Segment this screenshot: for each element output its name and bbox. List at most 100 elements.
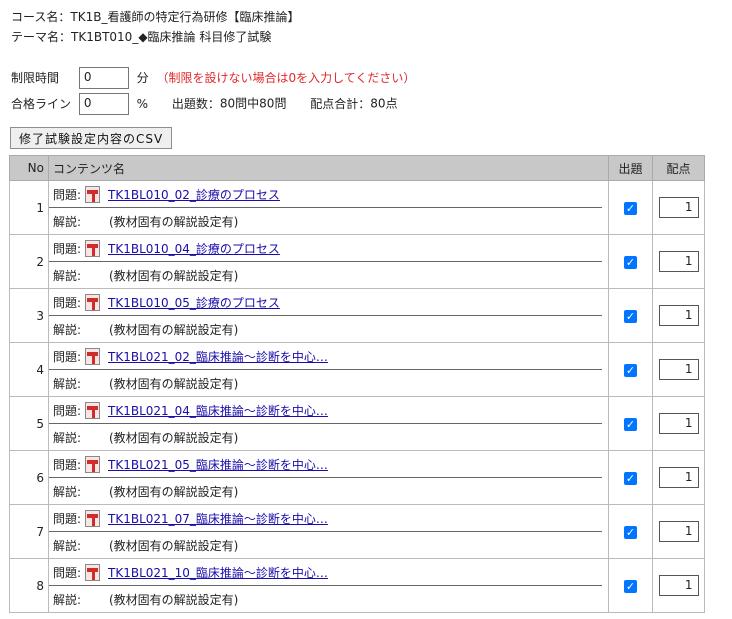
include-checkbox[interactable]: ✓	[624, 525, 637, 539]
question-line: 問題: TK1BL010_04_診療のプロセス	[49, 235, 602, 262]
document-icon	[85, 347, 100, 365]
time-limit-unit: 分	[136, 70, 149, 85]
points-input[interactable]: 1	[658, 197, 699, 218]
document-icon	[85, 563, 100, 581]
question-line: 問題: TK1BL021_10_臨床推論～診断を中心…	[49, 559, 602, 586]
explanation-line: 解説: (教材固有の解説設定有)	[49, 316, 608, 342]
include-checkbox[interactable]: ✓	[624, 471, 637, 485]
explanation-value: (教材固有の解説設定有)	[109, 214, 239, 229]
course-label: コース名：	[11, 10, 71, 24]
document-icon	[85, 239, 100, 257]
include-checkbox[interactable]: ✓	[624, 363, 637, 377]
include-checkbox[interactable]: ✓	[624, 255, 637, 269]
explanation-line: 解説: (教材固有の解説設定有)	[49, 208, 608, 234]
course-value: TK1B_看護師の特定行為研修【臨床推論】	[70, 10, 300, 24]
include-checkbox[interactable]: ✓	[624, 309, 637, 323]
explanation-line: 解説: (教材固有の解説設定有)	[49, 370, 608, 396]
theme-line: テーマ名：TK1BT010_◆臨床推論 科目修了試験	[11, 28, 271, 45]
table-row: 5 問題: TK1BL021_04_臨床推論～診断を中心… 解説: (教材固有の…	[9, 396, 705, 451]
question-link[interactable]: TK1BL021_05_臨床推論～診断を中心…	[108, 456, 328, 473]
total-points-value: 80点	[370, 96, 398, 111]
question-line: 問題: TK1BL010_02_診療のプロセス	[49, 181, 602, 208]
header-content: コンテンツ名	[48, 155, 609, 181]
points-cell: 1	[652, 288, 705, 343]
question-label: 問題:	[53, 295, 82, 310]
question-link[interactable]: TK1BL010_05_診療のプロセス	[108, 294, 280, 311]
question-link[interactable]: TK1BL021_04_臨床推論～診断を中心…	[108, 402, 328, 419]
points-cell: 1	[652, 342, 705, 397]
points-input[interactable]: 1	[658, 521, 699, 542]
points-input[interactable]: 1	[658, 251, 699, 272]
include-cell: ✓	[608, 450, 653, 505]
question-label: 問題:	[53, 457, 82, 472]
content-cell: 問題: TK1BL010_05_診療のプロセス 解説: (教材固有の解説設定有)	[48, 288, 609, 343]
question-label: 問題:	[53, 187, 82, 202]
include-checkbox[interactable]: ✓	[624, 201, 637, 215]
question-label: 問題:	[53, 403, 82, 418]
table-row: 3 問題: TK1BL010_05_診療のプロセス 解説: (教材固有の解説設定…	[9, 288, 705, 343]
time-limit-input[interactable]: 0	[78, 67, 129, 89]
question-count-label: 出題数：	[171, 96, 220, 111]
content-cell: 問題: TK1BL010_04_診療のプロセス 解説: (教材固有の解説設定有)	[48, 234, 609, 289]
include-cell: ✓	[608, 234, 653, 289]
include-cell: ✓	[608, 396, 653, 451]
content-cell: 問題: TK1BL021_04_臨床推論～診断を中心… 解説: (教材固有の解説…	[48, 396, 609, 451]
time-limit-note: （制限を設けない場合は0を入力してください）	[156, 70, 416, 85]
points-input[interactable]: 1	[658, 413, 699, 434]
question-label: 問題:	[53, 511, 82, 526]
course-line: コース名：TK1B_看護師の特定行為研修【臨床推論】	[11, 8, 299, 25]
include-cell: ✓	[608, 504, 653, 559]
explanation-line: 解説: (教材固有の解説設定有)	[49, 424, 608, 450]
question-link[interactable]: TK1BL021_02_臨床推論～診断を中心…	[108, 348, 328, 365]
explanation-label: 解説:	[53, 484, 82, 499]
table-row: 1 問題: TK1BL010_02_診療のプロセス 解説: (教材固有の解説設定…	[9, 180, 705, 235]
header-no: No	[9, 155, 49, 181]
explanation-label: 解説:	[53, 538, 82, 553]
question-label: 問題:	[53, 241, 82, 256]
theme-label: テーマ名：	[11, 30, 72, 44]
content-cell: 問題: TK1BL010_02_診療のプロセス 解説: (教材固有の解説設定有)	[48, 180, 609, 235]
question-line: 問題: TK1BL010_05_診療のプロセス	[49, 289, 602, 316]
document-icon	[85, 401, 100, 419]
pass-line-input[interactable]: 0	[78, 93, 129, 115]
row-number: 8	[9, 558, 49, 613]
points-cell: 1	[652, 558, 705, 613]
row-number: 3	[9, 288, 49, 343]
include-cell: ✓	[608, 342, 653, 397]
question-link[interactable]: TK1BL010_02_診療のプロセス	[108, 186, 280, 203]
include-checkbox[interactable]: ✓	[624, 579, 637, 593]
explanation-line: 解説: (教材固有の解説設定有)	[49, 478, 608, 504]
explanation-label: 解説:	[53, 376, 82, 391]
points-input[interactable]: 1	[658, 575, 699, 596]
question-table: No コンテンツ名 出題 配点 1 問題: TK1BL010_02_診療のプロセ…	[9, 155, 705, 613]
csv-download-button[interactable]: 修了試験設定内容のCSV	[10, 127, 173, 149]
header-points: 配点	[652, 155, 705, 181]
question-link[interactable]: TK1BL021_07_臨床推論～診断を中心…	[108, 510, 328, 527]
question-link[interactable]: TK1BL021_10_臨床推論～診断を中心…	[108, 564, 328, 581]
table-row: 6 問題: TK1BL021_05_臨床推論～診断を中心… 解説: (教材固有の…	[9, 450, 705, 505]
explanation-value: (教材固有の解説設定有)	[109, 268, 239, 283]
question-line: 問題: TK1BL021_02_臨床推論～診断を中心…	[49, 343, 602, 370]
question-link[interactable]: TK1BL010_04_診療のプロセス	[108, 240, 280, 257]
include-cell: ✓	[608, 558, 653, 613]
explanation-label: 解説:	[53, 322, 82, 337]
question-count-value: 80問中80問	[219, 96, 287, 111]
pass-line-unit: %	[136, 96, 149, 111]
points-cell: 1	[652, 504, 705, 559]
time-limit-label: 制限時間	[11, 70, 60, 85]
include-cell: ✓	[608, 180, 653, 235]
question-label: 問題:	[53, 349, 82, 364]
table-row: 8 問題: TK1BL021_10_臨床推論～診断を中心… 解説: (教材固有の…	[9, 558, 705, 613]
points-input[interactable]: 1	[658, 467, 699, 488]
points-input[interactable]: 1	[658, 305, 699, 326]
include-checkbox[interactable]: ✓	[624, 417, 637, 431]
points-input[interactable]: 1	[658, 359, 699, 380]
content-cell: 問題: TK1BL021_02_臨床推論～診断を中心… 解説: (教材固有の解説…	[48, 342, 609, 397]
table-row: 4 問題: TK1BL021_02_臨床推論～診断を中心… 解説: (教材固有の…	[9, 342, 705, 397]
row-number: 4	[9, 342, 49, 397]
document-icon	[85, 455, 100, 473]
pass-line-row: 合格ライン 0 % 出題数：80問中80問 配点合計：80点	[11, 93, 398, 115]
table-header-row: No コンテンツ名 出題 配点	[9, 155, 705, 181]
question-label: 問題:	[53, 565, 82, 580]
row-number: 2	[9, 234, 49, 289]
